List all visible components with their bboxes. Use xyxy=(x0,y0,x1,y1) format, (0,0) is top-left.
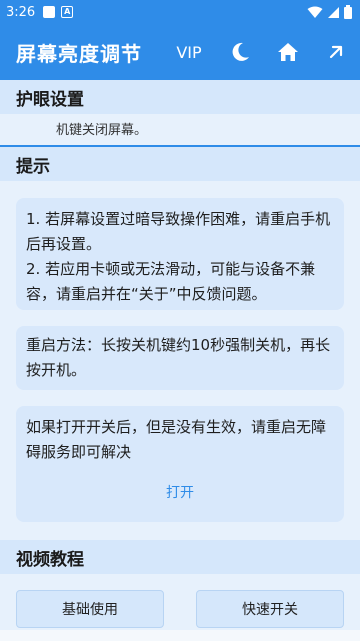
restart-method-text: 重启方法：长按关机键约10秒强制关机，再长按开机。 xyxy=(26,336,331,379)
status-right-icons xyxy=(307,5,352,19)
tutorial-header: 视频教程 xyxy=(0,540,360,574)
app-title: 屏幕亮度调节 xyxy=(16,41,142,66)
status-bar: 3:26 A xyxy=(0,0,360,24)
tip-card-2: 重启方法：长按关机键约10秒强制关机，再长按开机。 xyxy=(16,326,344,390)
notification-square-icon xyxy=(43,6,56,18)
bottom-fade xyxy=(0,630,360,641)
battery-icon xyxy=(344,5,352,19)
status-time: 3:26 xyxy=(6,4,36,20)
app-actions: VIP xyxy=(166,24,360,80)
eye-protect-header: 护眼设置 xyxy=(0,80,360,114)
signal-icon xyxy=(328,6,339,18)
moon-icon[interactable] xyxy=(216,24,264,80)
tip-card-1: 1. 若屏幕设置过暗导致操作困难，请重启手机后再设置。 2. 若应用卡顿或无法滑… xyxy=(16,198,344,310)
accessibility-hint-text: 如果打开开关后，但是没有生效，请重启无障碍服务即可解决 xyxy=(26,418,327,461)
wifi-icon xyxy=(307,6,323,18)
tips-title: 提示 xyxy=(16,156,50,177)
quick-switch-button[interactable]: 快速开关 xyxy=(196,590,344,628)
vip-button[interactable]: VIP xyxy=(166,43,212,62)
eye-protect-subtitle: 机键关闭屏幕。 xyxy=(56,123,148,138)
eye-protect-title: 护眼设置 xyxy=(16,89,84,110)
tip-card-3: 如果打开开关后，但是没有生效，请重启无障碍服务即可解决 打开 xyxy=(16,406,344,522)
tip-line-1: 1. 若屏幕设置过暗导致操作困难，请重启手机后再设置。 xyxy=(26,210,331,253)
app-bar: 屏幕亮度调节 VIP xyxy=(0,24,360,80)
arrow-up-right-icon[interactable] xyxy=(312,24,360,80)
home-icon[interactable] xyxy=(264,24,312,80)
tutorial-title: 视频教程 xyxy=(16,549,84,570)
notification-a-icon: A xyxy=(61,6,74,18)
open-link[interactable]: 打开 xyxy=(26,481,334,506)
basic-usage-button[interactable]: 基础使用 xyxy=(16,590,164,628)
tip-line-2: 2. 若应用卡顿或无法滑动，可能与设备不兼容，请重启并在“关于”中反馈问题。 xyxy=(26,260,316,303)
tips-header: 提示 xyxy=(0,147,360,181)
